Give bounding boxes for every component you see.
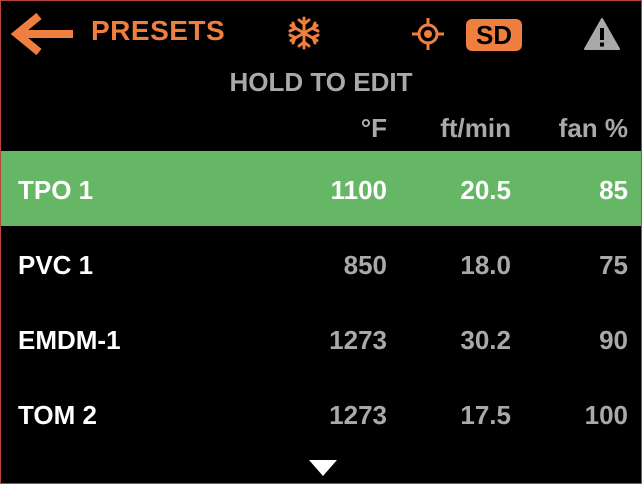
preset-speed: 20.5: [460, 175, 511, 205]
presets-list: TPO 1 1100 20.5 85 PVC 1 850 18.0 75 EMD…: [1, 151, 641, 451]
preset-name: TOM 2: [18, 400, 97, 430]
hold-to-edit-hint: HOLD TO EDIT: [229, 67, 413, 97]
preset-temp: 1100: [330, 175, 387, 205]
sd-card-badge[interactable]: SD: [466, 19, 522, 51]
preset-fan: 100: [584, 400, 628, 430]
preset-name: TPO 1: [18, 175, 94, 205]
page-title: PRESETS: [91, 15, 226, 46]
preset-name: PVC 1: [18, 250, 94, 280]
preset-row[interactable]: PVC 1 850 18.0 75: [1, 226, 641, 301]
preset-temp: 1273: [329, 325, 387, 355]
column-header-temp: °F: [360, 113, 387, 143]
crosshair-icon[interactable]: [411, 17, 445, 51]
presets-screen: PRESETS SD HOLD TO EDIT °F ft/min fan % …: [0, 0, 642, 484]
preset-temp: 1273: [329, 400, 387, 430]
preset-speed: 30.2: [460, 325, 511, 355]
column-header-speed: ft/min: [440, 113, 511, 143]
preset-fan: 90: [599, 325, 628, 355]
snowflake-icon[interactable]: [286, 15, 322, 51]
preset-speed: 17.5: [460, 400, 511, 430]
preset-row[interactable]: TPO 1 1100 20.5 85: [1, 151, 641, 226]
preset-speed: 18.0: [460, 250, 511, 280]
preset-temp: 850: [343, 250, 387, 280]
preset-row[interactable]: EMDM-1 1273 30.2 90: [1, 301, 641, 376]
column-header-fan: fan %: [558, 113, 628, 143]
preset-name: EMDM-1: [18, 325, 121, 355]
column-headers: °F ft/min fan %: [1, 113, 641, 147]
arrow-left-icon[interactable]: [9, 11, 77, 57]
preset-row[interactable]: TOM 2 1273 17.5 100: [1, 376, 641, 451]
preset-fan: 75: [599, 250, 628, 280]
warning-triangle-icon[interactable]: [583, 17, 621, 51]
triangle-down-icon[interactable]: [307, 458, 339, 478]
preset-fan: 85: [599, 175, 628, 205]
header: PRESETS SD: [1, 1, 641, 65]
